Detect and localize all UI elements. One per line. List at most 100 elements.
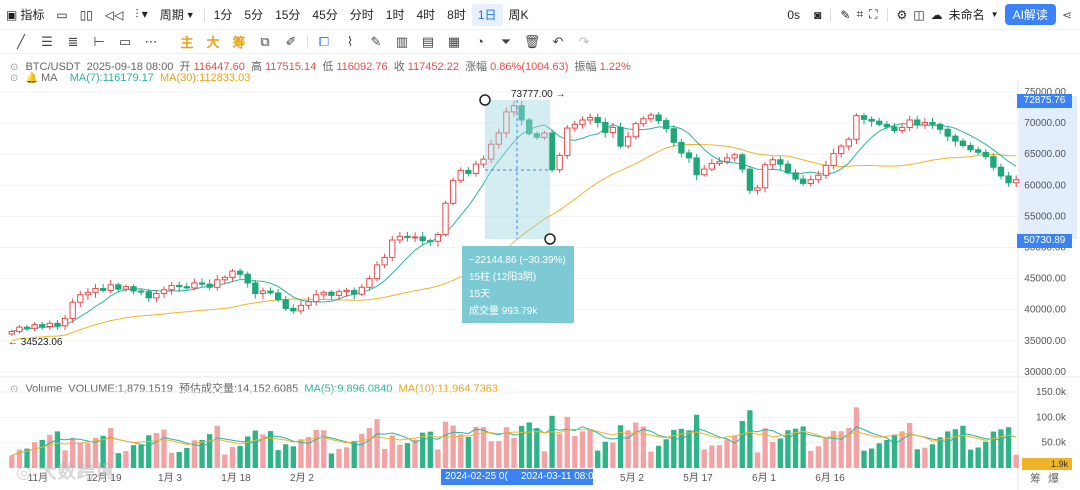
measure-icon[interactable]: ▦ — [441, 31, 467, 53]
volume-bar — [328, 453, 335, 468]
undo-icon[interactable]: ↶ — [545, 31, 571, 53]
redo-icon[interactable]: ↷ — [571, 31, 597, 53]
volume-bar — [739, 420, 745, 468]
candle-body — [343, 289, 350, 293]
top-toolbar: ▣ 指标 ▭ ▯▯ ◁◁ ⫶ ▾ 周期 ▼ 1分 5分 15分 45分 分时 1时 4时 8时… — [0, 0, 1080, 30]
candle-body — [198, 282, 206, 285]
timeframe-8[interactable]: 1日 — [471, 3, 503, 26]
candle-body — [488, 143, 495, 160]
timeframe-1[interactable]: 5分 — [238, 4, 269, 26]
volume-bar — [267, 431, 274, 468]
candle-body — [624, 136, 632, 147]
main-force-button[interactable]: 主 — [174, 31, 200, 53]
magnet-icon[interactable]: ◔ — [467, 31, 493, 53]
calendar-icon[interactable]: ▤ — [415, 31, 441, 53]
volume-bar — [815, 446, 822, 468]
filter-icon[interactable]: ⏷ — [493, 31, 519, 53]
candle-body — [176, 284, 183, 288]
chips-side-label[interactable]: 筹 — [1030, 470, 1041, 486]
volume-bar — [838, 431, 844, 468]
copy-icon[interactable]: ⧉ — [252, 31, 278, 53]
candle-body — [761, 164, 769, 189]
crop-icon[interactable]: ⌗ — [856, 7, 863, 22]
timeframe-6[interactable]: 4时 — [410, 4, 441, 26]
candle-body — [274, 292, 282, 301]
share-icon[interactable]: ⋖ — [1062, 8, 1072, 22]
timeframe-2[interactable]: 15分 — [269, 4, 306, 26]
candle-body — [472, 163, 480, 174]
date-tick: 2月 2 — [290, 472, 314, 484]
candle-style-icon[interactable]: ⫶ ▾ — [129, 4, 153, 26]
date-tick: 6月 1 — [752, 472, 776, 484]
ruler-icon[interactable]: ⌇ — [337, 31, 363, 53]
fullscreen-icon[interactable]: ⛶ — [869, 7, 877, 22]
chips-button[interactable]: 筹 — [226, 31, 252, 53]
volume-bar — [260, 434, 266, 468]
ai-interpret-button[interactable]: AI解读 — [1004, 4, 1056, 25]
liquidation-side-label[interactable]: 爆 — [1048, 470, 1059, 486]
chart-type-icon[interactable]: ▯▯ — [74, 4, 99, 26]
trash-icon[interactable]: 🗑 — [519, 31, 545, 53]
collapse-icon[interactable]: ⊙ — [10, 384, 18, 395]
candle-body — [313, 294, 320, 303]
large-order-button[interactable]: 大 — [200, 31, 226, 53]
candle-body — [845, 138, 852, 147]
volume-bar — [480, 427, 487, 468]
candle-body — [663, 120, 670, 130]
horizontal-lines-icon[interactable]: ☰ — [34, 31, 60, 53]
volume-bar — [724, 439, 730, 468]
ray-icon[interactable]: ⊢ — [86, 31, 112, 53]
timeframe-7[interactable]: 8时 — [441, 4, 472, 26]
channel-icon[interactable]: ≣ — [60, 31, 86, 53]
candle-icon[interactable]: ▥ — [389, 31, 415, 53]
volume-bar — [473, 426, 479, 468]
volume-bar — [161, 429, 167, 468]
candle-body — [647, 114, 655, 120]
more-icon[interactable]: ⋯ — [138, 31, 164, 53]
trend-line-icon[interactable]: ╱ — [8, 31, 34, 53]
volume-bar — [176, 451, 182, 468]
volume-bar — [610, 442, 616, 468]
bell-icon[interactable]: 🔔 — [25, 73, 37, 84]
candle-body — [929, 121, 936, 125]
volume-bar — [115, 453, 121, 468]
volume-bar — [336, 448, 342, 468]
brush-icon[interactable]: ✎ — [363, 31, 389, 53]
camera-icon[interactable]: ◙ — [814, 8, 821, 22]
layout-icon[interactable]: ▭ — [50, 4, 73, 26]
candle-body — [678, 141, 685, 154]
volume-bar — [465, 437, 472, 468]
indicators-button[interactable]: ▣ 指标 — [0, 4, 50, 26]
toolbar-right: 0s ◙ ✎ ⌗ ⛶ ⚙ ◫ ☁ 未命名 ▼ AI解读 ⋖ — [787, 4, 1072, 25]
volume-bar — [830, 430, 837, 468]
select-icon[interactable]: ⧠ — [311, 31, 337, 53]
collapse-icon[interactable]: ⊙ — [10, 73, 18, 84]
pencil-icon[interactable]: ✐ — [278, 31, 304, 53]
volume-bar — [1005, 427, 1012, 468]
candle-body — [556, 154, 563, 171]
timeframe-5[interactable]: 1时 — [380, 4, 411, 26]
layout-name[interactable]: 未命名 — [949, 6, 985, 23]
date-tick: 6月 16 — [815, 472, 845, 484]
volume-bar — [671, 429, 677, 468]
candle-body — [784, 163, 792, 174]
frame-icon[interactable]: ◫ — [913, 8, 924, 22]
timeframe-3[interactable]: 45分 — [306, 4, 343, 26]
candle-body — [792, 172, 799, 180]
settings-icon[interactable]: ⚙ — [897, 8, 908, 22]
volume-bar — [245, 436, 251, 468]
volume-bar — [442, 421, 449, 468]
measure-box — [479, 94, 556, 245]
candle-body — [898, 126, 906, 132]
timeframe-0[interactable]: 1分 — [208, 4, 239, 26]
replay-icon[interactable]: ◁◁ — [99, 4, 129, 26]
measure-tooltip: −22144.86 (−30.39%) 15柱 (12阳3阴) 15天 成交量 … — [462, 246, 574, 323]
timeframe-9[interactable]: 周K — [503, 4, 535, 26]
candle-body — [221, 276, 229, 281]
edit-icon[interactable]: ✎ — [840, 8, 850, 22]
period-dropdown[interactable]: 周期 ▼ — [154, 4, 201, 26]
candle-body — [564, 127, 571, 156]
timeframe-4[interactable]: 分时 — [344, 4, 380, 26]
volume-bar — [716, 445, 723, 468]
rectangle-icon[interactable]: ▭ — [112, 31, 138, 53]
